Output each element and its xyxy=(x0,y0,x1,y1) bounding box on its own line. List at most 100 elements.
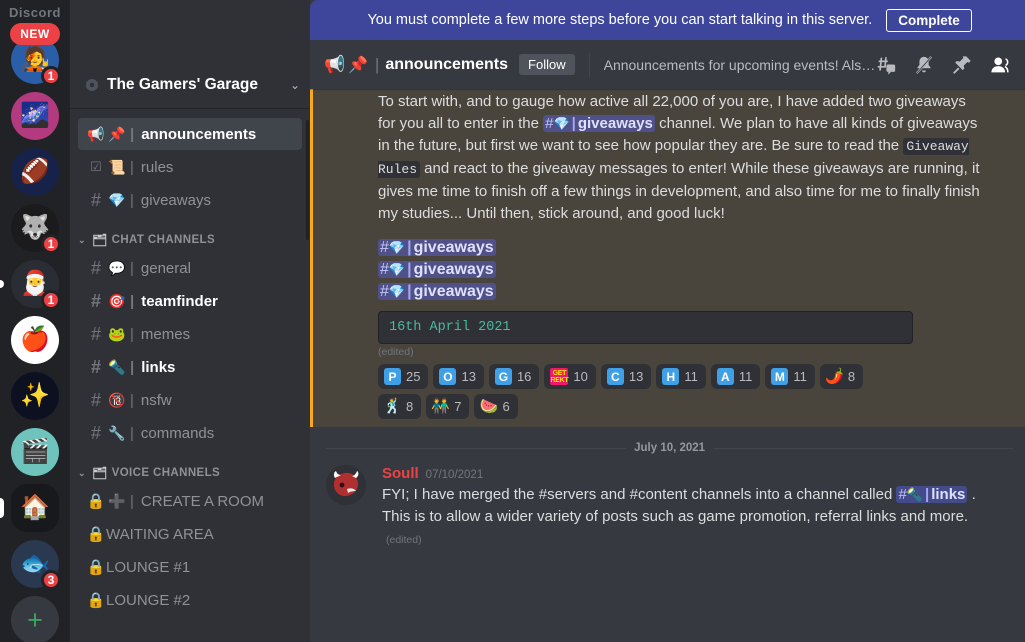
reaction-dabbing-unicorn-emoji[interactable]: 🕺 8 xyxy=(378,394,422,419)
category-chat-channels[interactable]: ⌄ 🗂 CHAT CHANNELS xyxy=(70,217,310,251)
clapperboard-server[interactable]: 🎬 xyxy=(11,428,59,476)
sidebar-channel-memes[interactable]: # 🐸 | memes xyxy=(78,318,302,350)
reaction-letter-o-emoji[interactable]: O 13 xyxy=(433,364,484,389)
channel-separator: | xyxy=(130,259,134,277)
channel-name: announcements xyxy=(385,55,509,73)
sidebar-channel-waiting-area[interactable]: 🔒 WAITING AREA xyxy=(78,518,302,550)
galaxy-art-server[interactable]: 🌌 xyxy=(11,92,59,140)
channel-separator: | xyxy=(130,191,134,209)
sidebar-channel-lounge-2[interactable]: 🔒 LOUNGE #2 xyxy=(78,584,302,616)
channel-label: links xyxy=(141,358,176,376)
channel-separator: | xyxy=(130,492,134,510)
sidebar-channel-commands[interactable]: # 🔧 | commands xyxy=(78,417,302,449)
follow-button[interactable]: Follow xyxy=(519,54,575,75)
chevron-down-icon[interactable]: ⌄ xyxy=(290,78,300,92)
hash-icon: # xyxy=(90,356,101,377)
channel-topic[interactable]: Announcements for upcoming events! Als… xyxy=(604,57,876,73)
create-thread-icon[interactable] xyxy=(875,54,897,76)
channel-label: CREATE A ROOM xyxy=(140,492,264,510)
server-header[interactable]: The Gamers' Garage ⌄ xyxy=(70,61,310,109)
reaction-list: P 25 O 13 G 16 GET REKT 10 C 13 H 11 A 11 M 11 🌶️ 8 🕺 8 👬 7 🍉 6 xyxy=(378,364,898,419)
sidebar-channel-lounge-1[interactable]: 🔒 LOUNGE #1 xyxy=(78,551,302,583)
red-apple-logo-server[interactable]: 🍎 xyxy=(11,316,59,364)
mention-separator: | xyxy=(407,283,412,300)
marvel-studios-server[interactable]: ✨ xyxy=(11,372,59,420)
letter-p-emoji: P xyxy=(384,368,401,385)
sidebar-channel-create-a-room[interactable]: 🔒 ➕ | CREATE A ROOM xyxy=(78,485,302,517)
channel-separator: | xyxy=(130,358,135,376)
server-item: 🍎 xyxy=(0,312,70,368)
sidebar-channel-giveaways[interactable]: # 💎 | giveaways xyxy=(78,184,302,216)
member-list-icon[interactable] xyxy=(989,54,1013,76)
gem-emoji: 💎 xyxy=(553,116,570,131)
complete-button[interactable]: Complete xyxy=(886,8,972,32)
gamers-garage-server[interactable]: 🏠 xyxy=(11,484,59,532)
server-icon: 🌌 xyxy=(20,102,50,129)
sidebar-channel-rules[interactable]: ☑ 📜 | rules xyxy=(78,151,302,183)
reaction-letter-a-emoji[interactable]: A 11 xyxy=(710,364,761,389)
sidebar-scrollbar[interactable] xyxy=(306,120,309,240)
server-item: 🐟 3 xyxy=(0,536,70,592)
reaction-watermelon-emoji[interactable]: 🍉 6 xyxy=(474,394,518,419)
sidebar-channel-announcements[interactable]: 📢 📌 | announcements xyxy=(78,118,302,150)
hash-glyph: # xyxy=(380,239,389,256)
channel-mention-line: #💎 | giveaways xyxy=(378,259,981,281)
reaction-letter-p-emoji[interactable]: P 25 xyxy=(378,364,429,389)
server-rail: Discord NEW 🧑‍🎤 1 🌌 🏈 🐺 1 🎅 1 🍎 ✨ 🎬 🏠 🐟 3 + xyxy=(0,0,70,642)
message-content: Soull 07/10/2021 FYI; I have merged the … xyxy=(382,465,981,551)
lock-icon: 🔒 xyxy=(86,526,106,543)
pin-emoji-icon: 📌 xyxy=(348,56,368,74)
new-badge: NEW xyxy=(10,23,60,45)
pinned-messages-icon[interactable] xyxy=(951,54,973,76)
notifications-muted-icon[interactable] xyxy=(913,54,935,76)
reaction-letter-c-emoji[interactable]: C 13 xyxy=(600,364,652,389)
channel-mention-giveaways[interactable]: #💎 | giveaways xyxy=(378,283,496,300)
sidebar-channel-teamfinder[interactable]: # 🎯 | teamfinder xyxy=(78,285,302,317)
reaction-two-people-emoji[interactable]: 👬 7 xyxy=(426,394,470,419)
channel-separator: | xyxy=(130,325,134,343)
channel-sidebar: The Gamers' Garage ⌄ 📢 📌 | announcements ☑ 📜 |… xyxy=(70,0,310,642)
soull-text-a: FYI; I have merged the #servers and #con… xyxy=(382,486,897,503)
channel-list[interactable]: 📢 📌 | announcements ☑ 📜 | rules # 💎 | giveaways ⌄ 🗂 CH… xyxy=(70,109,310,642)
channel-separator: | xyxy=(130,292,135,310)
sidebar-top-spacer xyxy=(70,0,310,61)
message-list[interactable]: To start with, and to gauge how active a… xyxy=(310,89,1025,642)
channel-label: LOUNGE #1 xyxy=(106,558,191,576)
channel-emoji: 🎯 xyxy=(108,293,126,309)
reaction-get-rekt-emoji[interactable]: GET REKT 10 xyxy=(544,364,596,389)
channel-mention-giveaways[interactable]: #💎 | giveaways xyxy=(543,115,655,132)
reaction-letter-m-emoji[interactable]: M 11 xyxy=(765,364,815,389)
reaction-letter-g-emoji[interactable]: G 16 xyxy=(488,364,540,389)
get-rekt-emoji: GET REKT xyxy=(550,368,569,385)
category-voice-channels[interactable]: ⌄ 🗂 VOICE CHANNELS xyxy=(70,450,310,484)
server-item: 🌌 xyxy=(0,88,70,144)
reaction-chili-pepper-emoji[interactable]: 🌶️ 8 xyxy=(819,364,864,389)
channel-emoji: 💬 xyxy=(108,260,126,276)
channel-mention-links[interactable]: #🔦 | links xyxy=(896,486,968,503)
server-item: 🎬 xyxy=(0,424,70,480)
reaction-count: 8 xyxy=(847,369,856,384)
sidebar-channel-nsfw[interactable]: # 🔞 | nsfw xyxy=(78,384,302,416)
lock-icon: 🔒 xyxy=(86,592,106,609)
channel-mention-giveaways[interactable]: #💎 | giveaways xyxy=(378,239,496,256)
hash-glyph: # xyxy=(380,261,389,278)
channel-label: memes xyxy=(140,325,191,343)
fantasy-football-chat-server[interactable]: 🏈 xyxy=(11,148,59,196)
announcement-icon: 📢 xyxy=(87,125,105,142)
chili-pepper-emoji: 🌶️ xyxy=(825,368,844,385)
reaction-letter-h-emoji[interactable]: H 11 xyxy=(656,364,706,389)
letter-g-emoji: G xyxy=(494,368,512,385)
sidebar-channel-general[interactable]: # 💬 | general xyxy=(78,252,302,284)
sidebar-channel-links[interactable]: # 🔦 | links xyxy=(78,351,302,383)
date-divider-label: July 10, 2021 xyxy=(626,442,714,454)
avatar[interactable] xyxy=(326,465,366,505)
reaction-count: 16 xyxy=(516,369,532,384)
channel-mention-giveaways[interactable]: #💎 | giveaways xyxy=(378,261,496,278)
header-divider xyxy=(588,52,590,77)
channel-separator: | xyxy=(130,424,134,442)
server-icon: 🎬 xyxy=(20,438,50,465)
add-server-button[interactable]: + xyxy=(11,596,59,642)
gear-icon xyxy=(86,78,98,91)
message-author[interactable]: Soull xyxy=(382,465,419,483)
main-area: You must complete a few more steps befor… xyxy=(310,0,1025,642)
